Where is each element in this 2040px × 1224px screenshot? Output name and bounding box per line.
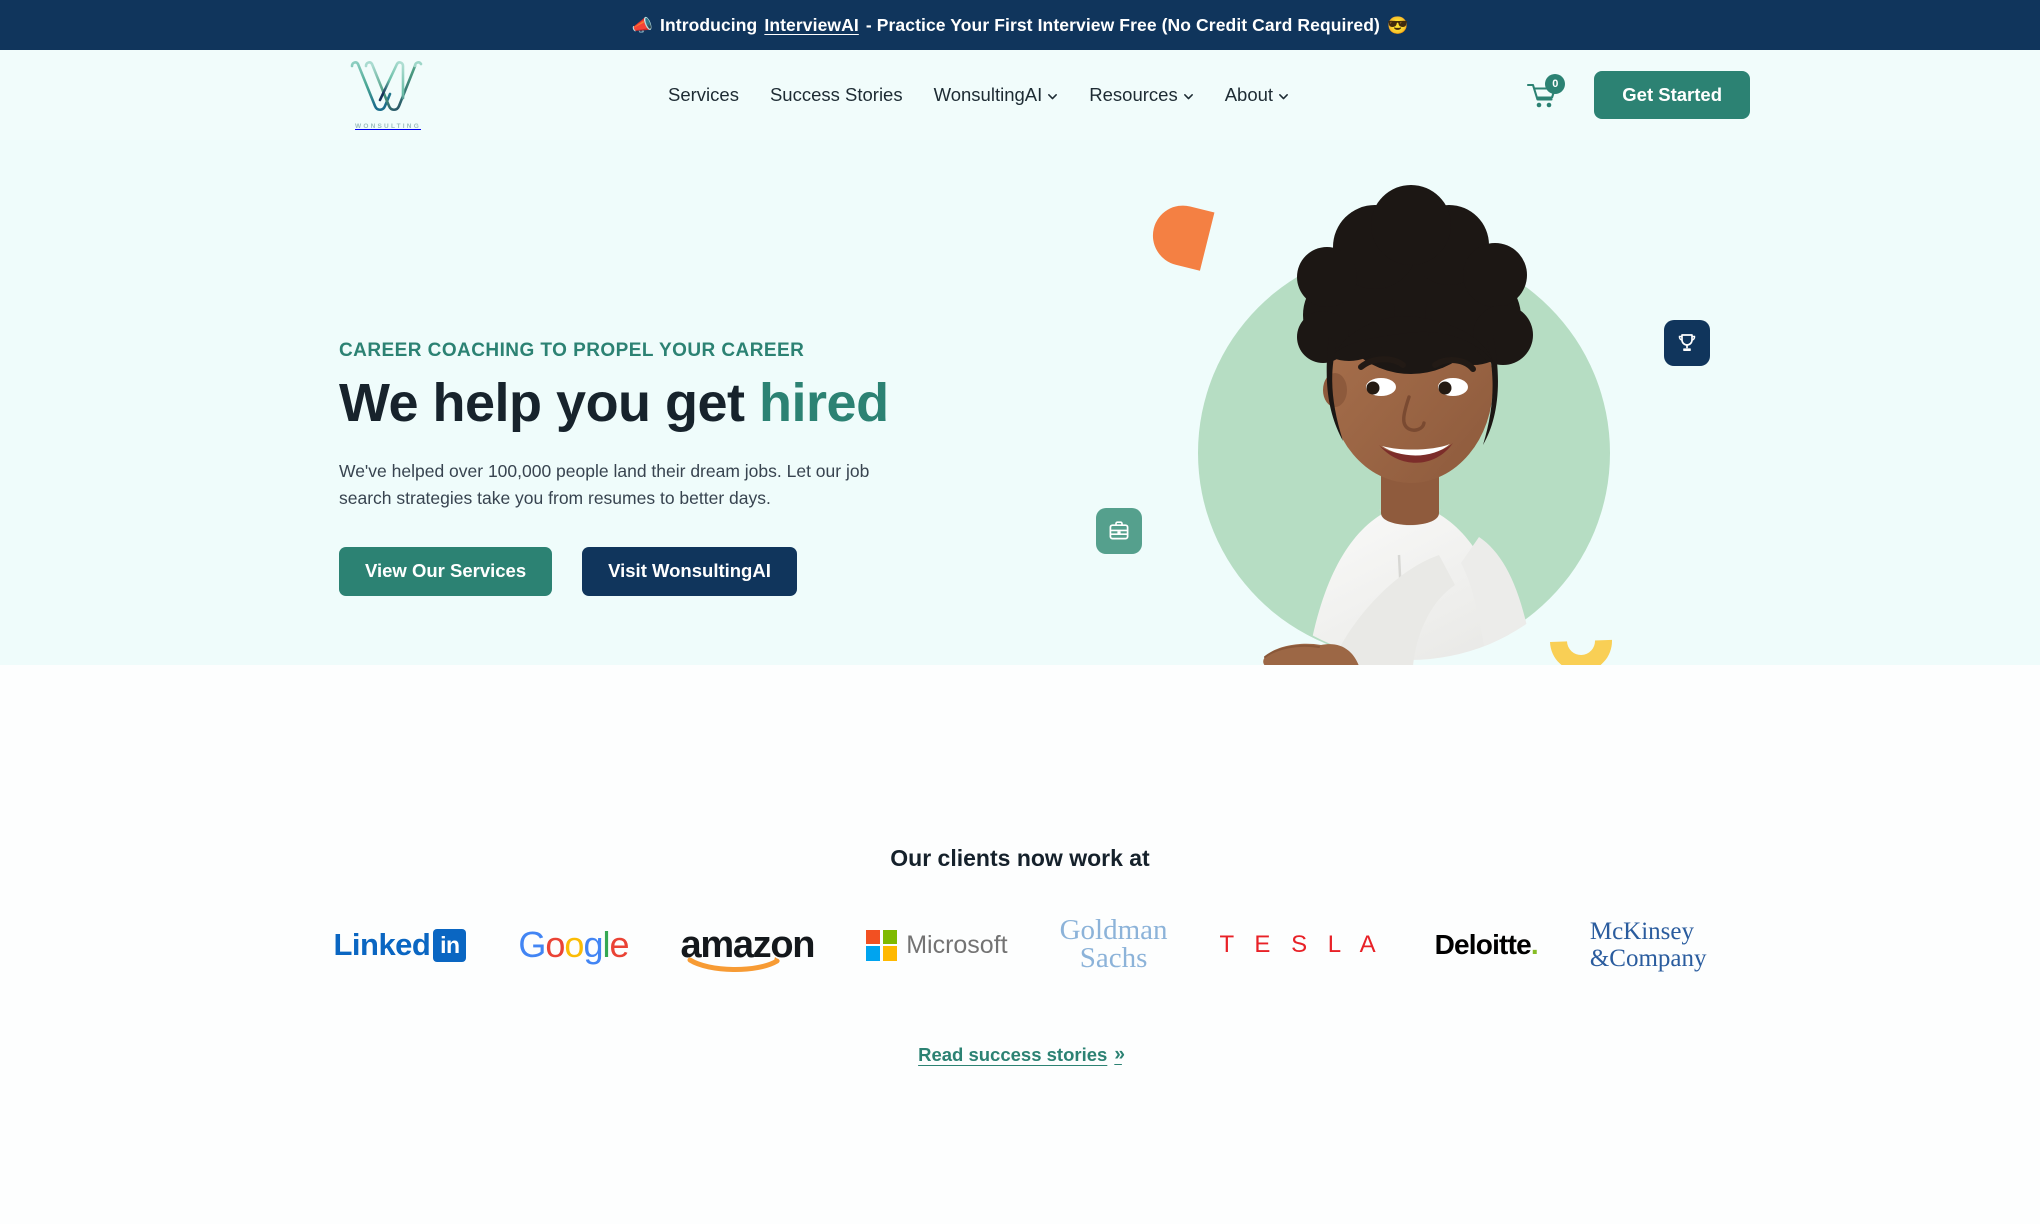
hero-headline: We help you get hired xyxy=(339,375,899,432)
client-logo-google: Google xyxy=(518,914,629,976)
linkedin-wordmark: Linked xyxy=(333,927,431,962)
wonsulting-logo[interactable]: WONSULTING xyxy=(340,58,436,140)
client-logo-tesla: T E S L A xyxy=(1220,914,1383,976)
trophy-icon xyxy=(1678,334,1696,351)
visit-wonsultingai-button[interactable]: Visit WonsultingAI xyxy=(582,546,797,596)
interviewai-link[interactable]: InterviewAI xyxy=(764,15,858,36)
logo-wordmark: WONSULTING xyxy=(355,123,421,130)
nav-label: WonsultingAI xyxy=(933,84,1043,105)
nav-item-wonsultingai[interactable]: WonsultingAI xyxy=(934,84,1059,106)
double-chevron-right-icon: » xyxy=(1114,1044,1124,1065)
google-letter: o xyxy=(545,924,565,965)
client-logo-deloitte: Deloitte. xyxy=(1434,914,1539,976)
client-logo-amazon: amazon xyxy=(681,914,815,976)
view-our-services-button[interactable]: View Our Services xyxy=(339,546,553,596)
headline-plain: We help you get xyxy=(339,373,760,433)
nav-item-success-stories[interactable]: Success Stories xyxy=(770,84,903,106)
google-letter: e xyxy=(609,924,629,965)
chevron-down-icon xyxy=(1047,91,1058,102)
hero-section: CAREER COACHING TO PROPEL YOUR CAREER We… xyxy=(0,140,2040,752)
microsoft-wordmark: Microsoft xyxy=(906,930,1008,959)
microsoft-squares-icon xyxy=(866,929,898,961)
hero-copy: CAREER COACHING TO PROPEL YOUR CAREER We… xyxy=(339,340,899,596)
client-logo-linkedin: Linked in xyxy=(333,914,467,976)
announcement-content: 📣 Introducing InterviewAI - Practice You… xyxy=(632,15,1409,36)
nav-label: Success Stories xyxy=(769,84,903,105)
wonsulting-w-icon xyxy=(350,61,423,112)
read-success-stories-link[interactable]: Read success stories » xyxy=(918,1044,1125,1066)
mckinsey-line-1: McKinsey xyxy=(1589,918,1695,945)
google-letter: G xyxy=(518,924,546,965)
success-link-row: Read success stories » xyxy=(0,1044,2040,1066)
amazon-smile-icon xyxy=(687,957,780,972)
announcement-bar: 📣 Introducing InterviewAI - Practice You… xyxy=(0,0,2040,50)
site-header: WONSULTING Services Success Stories Wons… xyxy=(0,50,2040,140)
nav-item-services[interactable]: Services xyxy=(668,84,739,106)
google-letter: g xyxy=(583,924,603,965)
goldman-line-2: Sachs xyxy=(1079,942,1148,974)
client-logo-row: Linked in Google amazon Microsoft Goldma… xyxy=(0,914,2040,976)
megaphone-icon: 📣 xyxy=(631,15,654,35)
announcement-prefix: Introducing xyxy=(660,14,758,35)
hero-eyebrow: CAREER COACHING TO PROPEL YOUR CAREER xyxy=(339,340,805,361)
goldman-line-1: Goldman xyxy=(1059,914,1168,947)
deloitte-dot-icon: . xyxy=(1530,929,1539,960)
hero-button-group: View Our Services Visit WonsultingAI xyxy=(339,546,899,596)
tesla-wordmark: T E S L A xyxy=(1219,931,1383,958)
client-logo-mckinsey: McKinsey &Company xyxy=(1590,914,1707,976)
client-logo-microsoft: Microsoft xyxy=(866,914,1008,976)
headline-accent: hired xyxy=(759,373,889,433)
briefcase-badge xyxy=(1096,508,1142,554)
briefcase-icon xyxy=(1109,521,1129,540)
google-letter: o xyxy=(564,924,584,965)
clients-section: Our clients now work at Linked in Google… xyxy=(0,665,2040,1224)
announcement-suffix: - Practice Your First Interview Free (No… xyxy=(865,14,1380,35)
linkedin-in-icon: in xyxy=(433,928,467,962)
clients-title: Our clients now work at xyxy=(890,845,1150,871)
client-logo-goldman-sachs: Goldman Sachs xyxy=(1060,914,1168,976)
hero-paragraph: We've helped over 100,000 people land th… xyxy=(339,460,870,508)
mckinsey-line-2: &Company xyxy=(1589,945,1707,972)
sunglasses-face-icon: 😎 xyxy=(1386,15,1409,35)
nav-label: Services xyxy=(668,84,739,105)
trophy-badge xyxy=(1664,320,1710,366)
deloitte-wordmark: Deloitte xyxy=(1434,929,1532,960)
success-link-label: Read success stories xyxy=(918,1044,1108,1065)
